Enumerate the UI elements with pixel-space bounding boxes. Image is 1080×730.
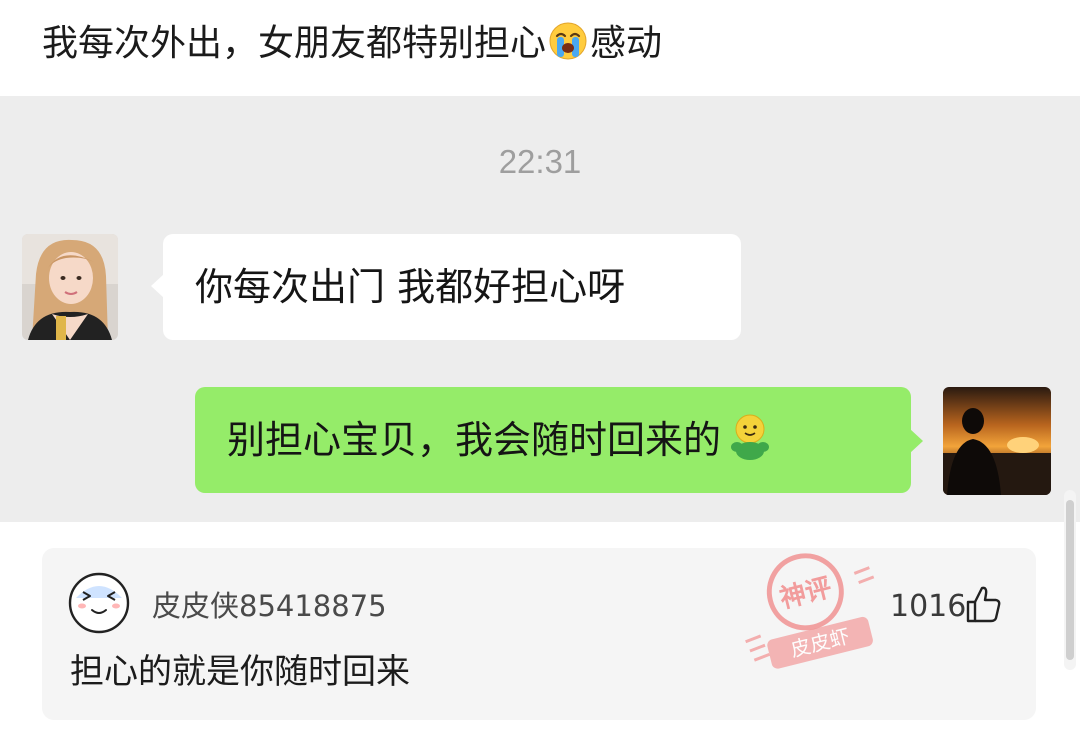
comment-text: 担心的就是你随时回来 [70,652,410,692]
top-comment-card[interactable]: 皮皮侠85418875 担心的就是你随时回来 神评 皮皮虾 1016 [42,548,1036,720]
shenping-watermark-stamp: 神评 皮皮虾 [745,553,875,669]
chat-screenshot: 22:31 你每次出门 我都好担心呀 别担心宝贝，我会随时回来的 [0,96,1080,522]
loudly-crying-face-icon [549,22,587,60]
outgoing-message-text: 别担心宝贝，我会随时回来的 [227,418,722,462]
chat-timestamp: 22:31 [498,143,582,180]
boyfriend-avatar[interactable] [943,387,1051,495]
incoming-message-text: 你每次出门 我都好担心呀 [195,265,626,309]
commenter-username[interactable]: 皮皮侠85418875 [152,586,387,626]
scrollbar-thumb[interactable] [1066,500,1074,660]
like-count: 1016 [890,589,967,624]
girlfriend-avatar-image [22,234,118,340]
hug-emoji-icon [731,414,770,460]
post-title-text: 我每次外出，女朋友都特别担心 [42,23,547,64]
thumbs-up-icon[interactable] [964,584,1002,624]
outgoing-message-bubble[interactable]: 别担心宝贝，我会随时回来的 [195,387,923,493]
post-title: 我每次外出，女朋友都特别担心 感动 [42,14,1042,74]
watermark-line1: 神评 [777,573,835,615]
boyfriend-avatar-image [943,387,1051,495]
incoming-message-bubble[interactable]: 你每次出门 我都好担心呀 [151,234,741,340]
commenter-avatar-icon[interactable] [68,572,130,634]
post-title-suffix: 感动 [590,23,663,64]
girlfriend-avatar[interactable] [22,234,118,340]
